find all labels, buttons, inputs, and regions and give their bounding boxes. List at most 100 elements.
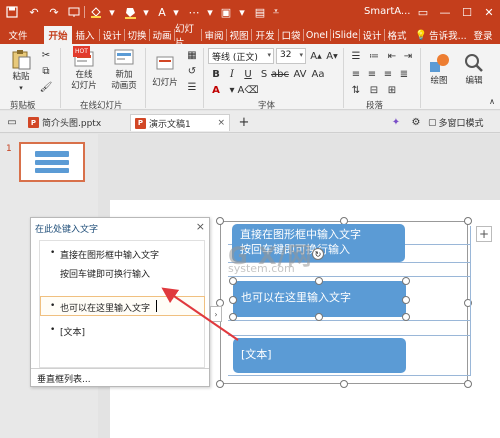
tab-smartart-design[interactable]: 设计 xyxy=(360,26,384,44)
strikethrough-icon[interactable]: abc xyxy=(271,67,289,81)
resize-handle[interactable] xyxy=(402,313,410,321)
resize-handle[interactable] xyxy=(464,380,472,388)
shape-fill-icon[interactable] xyxy=(122,4,138,20)
slideshow-icon[interactable] xyxy=(66,4,82,20)
resize-handle[interactable] xyxy=(229,313,237,321)
resize-handle[interactable] xyxy=(315,313,323,321)
resize-handle[interactable] xyxy=(402,277,410,285)
doc-tab-intro[interactable]: P 简介头图.pptx xyxy=(24,114,124,131)
italic-icon[interactable]: I xyxy=(224,67,240,81)
smartart-shape-2[interactable]: 也可以在这里输入文字 xyxy=(233,281,406,317)
tab-slideshow[interactable]: 幻灯片 xyxy=(175,24,201,49)
bullets-icon[interactable]: ☰ xyxy=(348,49,364,63)
multi-window-button[interactable]: ▢ 多窗口模式 xyxy=(428,114,498,131)
tab-view[interactable]: 视图 xyxy=(227,26,251,44)
close-button[interactable]: ✕ xyxy=(478,0,500,24)
resize-handle[interactable] xyxy=(229,296,237,304)
font-name-select[interactable]: 等线 (正文) ▾ xyxy=(208,48,274,64)
help-search[interactable]: 💡 告诉我... xyxy=(412,26,470,44)
tab-pocket[interactable]: 口袋 xyxy=(279,26,303,44)
resize-handle[interactable] xyxy=(229,277,237,285)
decrease-indent-icon[interactable]: ⇤ xyxy=(384,49,400,63)
tab-developer[interactable]: 开发 xyxy=(252,26,278,44)
numbering-icon[interactable]: ≔ xyxy=(366,49,382,63)
tab-onekey[interactable]: OneI xyxy=(304,26,330,44)
tab-design[interactable]: 设计 xyxy=(100,26,124,44)
bold-icon[interactable]: B xyxy=(208,67,224,81)
tab-list-icon[interactable]: ▭ xyxy=(4,115,20,129)
tab-insert[interactable]: 插入 xyxy=(73,26,97,44)
plugin-icon[interactable]: ✦ xyxy=(388,115,404,129)
sign-in-button[interactable]: 登录 xyxy=(470,26,496,44)
slide-thumbnail[interactable] xyxy=(19,142,85,182)
smartart-convert-icon[interactable]: ⊞ xyxy=(384,83,400,97)
fill-color-icon[interactable] xyxy=(88,4,104,20)
increase-font-icon[interactable]: A ▲ xyxy=(308,49,324,63)
tab-review[interactable]: 审阅 xyxy=(202,26,226,44)
align-center-icon[interactable]: ≡ xyxy=(364,67,380,81)
save-icon[interactable] xyxy=(4,4,20,20)
format-painter-icon[interactable]: 🖌 xyxy=(38,80,54,94)
slides-button[interactable]: 幻灯片 xyxy=(148,54,182,89)
online-slides-button[interactable]: HOT 在线 幻灯片 xyxy=(66,46,102,92)
resize-handle[interactable] xyxy=(402,296,410,304)
text-direction-icon[interactable]: ⇅ xyxy=(348,83,364,97)
doc-tab-presentation1[interactable]: P 演示文稿1 × xyxy=(130,114,230,131)
align-right-icon[interactable]: ≡ xyxy=(380,67,396,81)
customize-toolbar-icon[interactable]: ⩡ xyxy=(268,4,284,20)
maximize-button[interactable]: ☐ xyxy=(456,0,478,24)
layout-name-link[interactable]: 垂直框列表... xyxy=(37,375,91,385)
dropdown-icon[interactable]: ▾ xyxy=(138,4,154,20)
text-pane-footer[interactable]: 垂直框列表... xyxy=(31,368,209,386)
resize-handle[interactable] xyxy=(340,380,348,388)
list-item[interactable]: 直接在图形框中输入文字 xyxy=(60,248,159,261)
tab-transitions[interactable]: 切换 xyxy=(125,26,149,44)
resize-handle[interactable] xyxy=(315,277,323,285)
minimize-button[interactable]: — xyxy=(434,0,456,24)
new-tab-icon[interactable]: + xyxy=(236,115,252,130)
justify-icon[interactable]: ≣ xyxy=(396,67,412,81)
more-icon[interactable]: ⋯ xyxy=(186,4,202,20)
char-spacing-icon[interactable]: AV xyxy=(292,67,308,81)
clear-format-icon[interactable]: A⌫ xyxy=(238,83,259,97)
font-size-select[interactable]: 32 ▾ xyxy=(276,48,306,64)
new-animation-page-button[interactable]: 新加 动画页 xyxy=(106,46,142,92)
increase-indent-icon[interactable]: ⇥ xyxy=(400,49,416,63)
paste-button[interactable]: 粘贴 ▾ xyxy=(6,48,36,94)
change-case-icon[interactable]: Aa xyxy=(310,67,326,81)
dropdown-icon[interactable]: ▾ xyxy=(202,4,218,20)
tab-home[interactable]: 开始 xyxy=(44,26,72,44)
close-icon[interactable]: × xyxy=(196,220,205,233)
underline-icon[interactable]: U xyxy=(240,67,256,81)
list-item[interactable]: [文本] xyxy=(60,325,85,338)
editing-button[interactable]: 编辑 xyxy=(458,52,490,87)
text-pane-editor[interactable]: • 直接在图形框中输入文字 按回车键即可换行输入 • 也可以在这里输入文字 • … xyxy=(39,240,205,368)
tab-islide[interactable]: iSlide xyxy=(331,26,359,44)
add-shape-button[interactable]: + xyxy=(476,226,492,242)
text-pane-toggle-button[interactable]: › xyxy=(210,306,222,322)
font-color-icon[interactable]: A xyxy=(208,83,224,97)
copy-icon[interactable]: ⧉ xyxy=(38,64,54,78)
close-tab-icon[interactable]: × xyxy=(217,118,225,128)
drawing-button[interactable]: 绘图 xyxy=(424,52,454,87)
redo-icon[interactable]: ↷ xyxy=(46,4,62,20)
align-left-icon[interactable]: ≡ xyxy=(348,67,364,81)
list-item[interactable]: 也可以在这里输入文字 xyxy=(60,301,150,314)
resize-handle[interactable] xyxy=(216,380,224,388)
tab-format[interactable]: 格式 xyxy=(385,26,409,44)
dropdown-icon[interactable]: ▾ xyxy=(168,4,184,20)
dropdown-icon[interactable]: ▾ xyxy=(104,4,120,20)
ribbon-options-icon[interactable]: ▭ xyxy=(412,0,434,24)
cut-icon[interactable]: ✂ xyxy=(38,48,54,62)
resize-handle[interactable] xyxy=(464,217,472,225)
rotate-handle-icon[interactable]: ↻ xyxy=(312,248,324,260)
undo-icon[interactable]: ↶ xyxy=(26,4,42,20)
collapse-ribbon-icon[interactable]: ∧ xyxy=(484,94,500,108)
tab-animations[interactable]: 动画 xyxy=(150,26,174,44)
list-item[interactable]: 按回车键即可换行输入 xyxy=(60,267,150,280)
resize-handle[interactable] xyxy=(216,217,224,225)
smartart-shape-3[interactable]: [文本] xyxy=(233,338,406,373)
reset-icon[interactable]: ↺ xyxy=(184,64,200,78)
layout-icon[interactable]: ▦ xyxy=(184,48,200,62)
shadow-icon[interactable]: S xyxy=(256,67,272,81)
